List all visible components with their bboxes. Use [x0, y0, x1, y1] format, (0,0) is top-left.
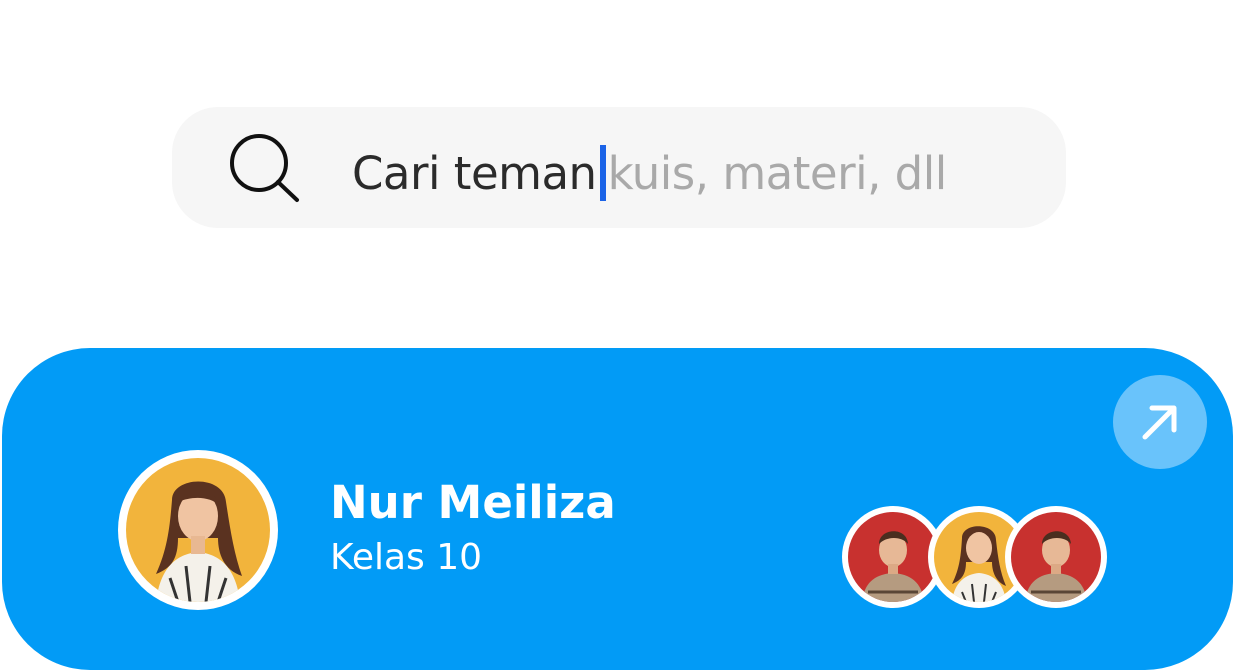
search-typed-text: Cari teman: [352, 146, 597, 200]
search-icon: [230, 134, 299, 202]
arrow-up-right-icon: [1142, 405, 1177, 440]
female-student-avatar-icon: [126, 458, 270, 602]
friend-avatar[interactable]: [1005, 506, 1107, 608]
search-placeholder: kuis, materi, dll: [607, 146, 948, 200]
page: Cari teman kuis, materi, dll Nur Meiliza…: [0, 0, 1233, 670]
open-profile-button[interactable]: [1113, 375, 1207, 469]
text-caret: [599, 145, 606, 201]
male-student-avatar-icon: [1011, 512, 1101, 602]
user-name: Nur Meiliza: [330, 476, 616, 529]
male-student-avatar-icon: [848, 512, 938, 602]
avatar: [118, 450, 278, 610]
user-class-label: Kelas 10: [330, 537, 483, 578]
search-input[interactable]: Cari teman kuis, materi, dll: [352, 138, 947, 208]
